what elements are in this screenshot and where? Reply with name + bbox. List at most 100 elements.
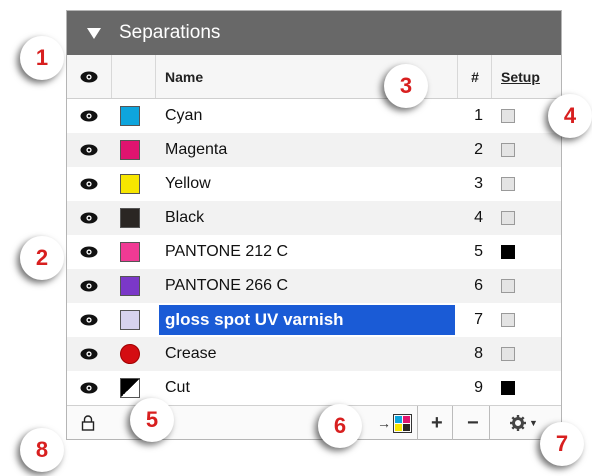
separation-number: 8 bbox=[474, 345, 483, 362]
color-swatch-cell[interactable] bbox=[118, 133, 142, 167]
separation-row[interactable]: Cyan 1 bbox=[67, 99, 561, 133]
separation-row[interactable]: gloss spot UV varnish 7 bbox=[67, 303, 561, 337]
setup-checkbox[interactable] bbox=[501, 177, 515, 191]
separation-row[interactable]: Magenta 2 bbox=[67, 133, 561, 167]
separation-number: 4 bbox=[474, 209, 483, 226]
visibility-toggle[interactable] bbox=[79, 303, 99, 337]
separation-row[interactable]: Black 4 bbox=[67, 201, 561, 235]
color-swatch-cell[interactable] bbox=[118, 167, 142, 201]
separation-number: 6 bbox=[474, 277, 483, 294]
footer-divider bbox=[417, 406, 418, 440]
setup-checkbox[interactable] bbox=[501, 347, 515, 361]
setup-checkbox-cell[interactable] bbox=[499, 371, 517, 405]
callout-5: 5 bbox=[130, 398, 174, 442]
color-swatch-cell[interactable] bbox=[118, 201, 142, 235]
add-separation-button[interactable]: + bbox=[431, 406, 443, 440]
visibility-column-header[interactable] bbox=[79, 55, 99, 98]
separation-number: 5 bbox=[474, 243, 483, 260]
merge-to-process-icon bbox=[393, 413, 412, 433]
column-divider bbox=[155, 55, 156, 98]
color-swatch-cell[interactable] bbox=[118, 235, 142, 269]
color-swatch-cell[interactable] bbox=[118, 303, 142, 337]
settings-menu-button[interactable]: ▼ bbox=[509, 406, 538, 440]
callout-1: 1 bbox=[20, 36, 64, 80]
setup-checkbox-cell[interactable] bbox=[499, 167, 517, 201]
visibility-toggle[interactable] bbox=[79, 99, 99, 133]
separation-number: 9 bbox=[474, 379, 483, 396]
setup-checkbox-cell[interactable] bbox=[499, 133, 517, 167]
panel-title: Separations bbox=[119, 22, 221, 43]
panel-titlebar[interactable]: Separations bbox=[67, 11, 561, 55]
eye-icon bbox=[80, 110, 98, 122]
setup-checkbox[interactable] bbox=[501, 381, 515, 395]
remove-separation-button[interactable]: − bbox=[467, 406, 479, 440]
name-column-header[interactable]: Name bbox=[165, 55, 203, 98]
separation-name[interactable]: Crease bbox=[159, 337, 455, 371]
number-column-header[interactable]: # bbox=[467, 55, 483, 98]
merge-to-process-button[interactable]: → bbox=[377, 406, 412, 440]
separations-list: Cyan 1 Magenta 2 Yellow 3 Black 4 PANTONE 212 C 5… bbox=[67, 99, 561, 405]
visibility-toggle[interactable] bbox=[79, 167, 99, 201]
eye-icon bbox=[80, 144, 98, 156]
separation-name[interactable]: gloss spot UV varnish bbox=[159, 305, 455, 335]
separation-number: 3 bbox=[474, 175, 483, 192]
column-divider bbox=[111, 55, 112, 98]
eye-icon bbox=[80, 71, 98, 82]
setup-checkbox[interactable] bbox=[501, 313, 515, 327]
setup-checkbox[interactable] bbox=[501, 143, 515, 157]
lock-button[interactable] bbox=[81, 406, 95, 440]
setup-checkbox-cell[interactable] bbox=[499, 337, 517, 371]
color-swatch bbox=[120, 106, 140, 126]
color-swatch-cell[interactable] bbox=[118, 269, 142, 303]
setup-checkbox-cell[interactable] bbox=[499, 201, 517, 235]
color-swatch bbox=[120, 242, 140, 262]
callout-2: 2 bbox=[20, 236, 64, 280]
visibility-toggle[interactable] bbox=[79, 269, 99, 303]
setup-checkbox-cell[interactable] bbox=[499, 99, 517, 133]
separation-row[interactable]: Crease 8 bbox=[67, 337, 561, 371]
visibility-toggle[interactable] bbox=[79, 133, 99, 167]
visibility-toggle[interactable] bbox=[79, 371, 99, 405]
visibility-toggle[interactable] bbox=[79, 235, 99, 269]
chevron-down-icon: ▼ bbox=[529, 418, 538, 428]
color-swatch bbox=[120, 276, 140, 296]
separation-name[interactable]: PANTONE 212 C bbox=[159, 235, 455, 269]
setup-checkbox-cell[interactable] bbox=[499, 235, 517, 269]
column-divider bbox=[491, 55, 492, 98]
separation-name[interactable]: Yellow bbox=[159, 167, 455, 201]
setup-checkbox-cell[interactable] bbox=[499, 303, 517, 337]
setup-column-header[interactable]: Setup bbox=[501, 55, 540, 98]
setup-checkbox[interactable] bbox=[501, 211, 515, 225]
separation-name[interactable]: PANTONE 266 C bbox=[159, 269, 455, 303]
setup-checkbox[interactable] bbox=[501, 279, 515, 293]
color-swatch bbox=[120, 140, 140, 160]
disclosure-triangle-icon[interactable] bbox=[87, 27, 101, 39]
callout-6: 6 bbox=[318, 404, 362, 448]
color-swatch-cell[interactable] bbox=[118, 371, 142, 405]
setup-checkbox-cell[interactable] bbox=[499, 269, 517, 303]
color-swatch bbox=[120, 344, 140, 364]
separation-row[interactable]: Yellow 3 bbox=[67, 167, 561, 201]
color-swatch-cell[interactable] bbox=[118, 99, 142, 133]
separation-number: 7 bbox=[474, 311, 483, 328]
visibility-toggle[interactable] bbox=[79, 201, 99, 235]
separation-row[interactable]: PANTONE 266 C 6 bbox=[67, 269, 561, 303]
separation-name[interactable]: Magenta bbox=[159, 133, 455, 167]
color-swatch-cell[interactable] bbox=[118, 337, 142, 371]
separation-name[interactable]: Cut bbox=[159, 371, 455, 405]
lock-icon bbox=[81, 415, 95, 431]
eye-icon bbox=[80, 178, 98, 190]
gear-icon bbox=[510, 415, 526, 431]
arrow-right-icon: → bbox=[377, 415, 391, 431]
setup-checkbox[interactable] bbox=[501, 245, 515, 259]
eye-icon bbox=[80, 382, 98, 394]
column-header: Name # Setup bbox=[67, 55, 561, 99]
setup-checkbox[interactable] bbox=[501, 109, 515, 123]
separation-name[interactable]: Black bbox=[159, 201, 455, 235]
separation-row[interactable]: PANTONE 212 C 5 bbox=[67, 235, 561, 269]
separations-panel: Separations Name # Setup Cyan 1 Magenta 2 Ye… bbox=[66, 10, 562, 440]
visibility-toggle[interactable] bbox=[79, 337, 99, 371]
eye-icon bbox=[80, 212, 98, 224]
color-swatch bbox=[120, 208, 140, 228]
callout-8: 8 bbox=[20, 428, 64, 472]
